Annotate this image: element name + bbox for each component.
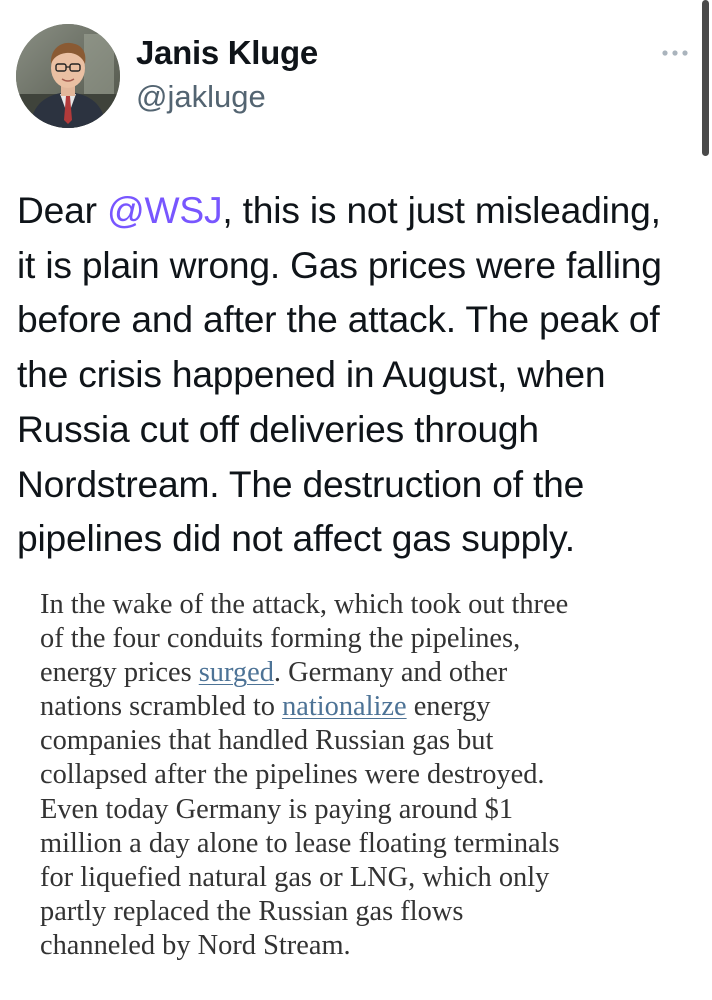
quote-line: of the four conduits forming the pipelin…	[40, 623, 521, 655]
more-horizontal-icon	[661, 44, 689, 62]
tweet-line: Russia cut off deliveries through	[17, 407, 539, 450]
tweet-line: Nordstream. The destruction of the	[17, 462, 585, 505]
tweet-line: before and after the attack. The peak of	[17, 298, 660, 341]
tweet-line: Dear @WSJ, this is not just misleading,	[17, 183, 707, 238]
quote-line: partly replaced the Russian gas flows	[40, 895, 464, 927]
quoted-article-excerpt[interactable]: In the wake of the attack, which took ou…	[40, 588, 705, 963]
quote-line: In the wake of the attack, which took ou…	[40, 589, 569, 620]
tweet-line: pipelines did not affect gas supply.	[17, 517, 575, 560]
quote-line: channeled by Nord Stream.	[40, 929, 351, 961]
quote-line: energy prices surged. Germany and other	[40, 656, 705, 690]
nationalize-link[interactable]: nationalize	[282, 691, 407, 722]
profile-photo	[16, 24, 120, 128]
quote-line: collapsed after the pipelines were destr…	[40, 759, 545, 791]
quote-line: companies that handled Russian gas but	[40, 725, 494, 757]
mention-link[interactable]: @WSJ	[107, 189, 223, 231]
quote-line-text: nations scrambled to	[40, 691, 283, 723]
quote-line-text: energy	[406, 691, 491, 723]
scrollbar[interactable]	[702, 0, 709, 156]
quote-line: Even today Germany is paying around $1	[40, 793, 514, 825]
more-options-button[interactable]	[655, 38, 695, 68]
tweet-line: it is plain wrong. Gas prices were falli…	[17, 243, 662, 286]
quote-line-text: energy prices	[40, 657, 199, 689]
author-handle[interactable]: @jakluge	[136, 77, 266, 117]
avatar[interactable]	[16, 24, 120, 128]
author-name[interactable]: Janis Kluge	[136, 33, 318, 73]
tweet-line-text: , this is not just misleading,	[222, 189, 661, 231]
quote-line: nations scrambled to nationalize energy	[40, 690, 705, 724]
tweet-text: Dear @WSJ, this is not just misleading, …	[17, 183, 707, 566]
quote-line-text: . Germany and other	[273, 657, 508, 689]
surged-link[interactable]: surged	[199, 657, 274, 688]
quote-line: million a day alone to lease floating te…	[40, 827, 560, 859]
quote-line: for liquefied natural gas or LNG, which …	[40, 861, 550, 893]
tweet-line-text: Dear	[17, 189, 107, 231]
tweet-line: the crisis happened in August, when	[17, 353, 606, 396]
